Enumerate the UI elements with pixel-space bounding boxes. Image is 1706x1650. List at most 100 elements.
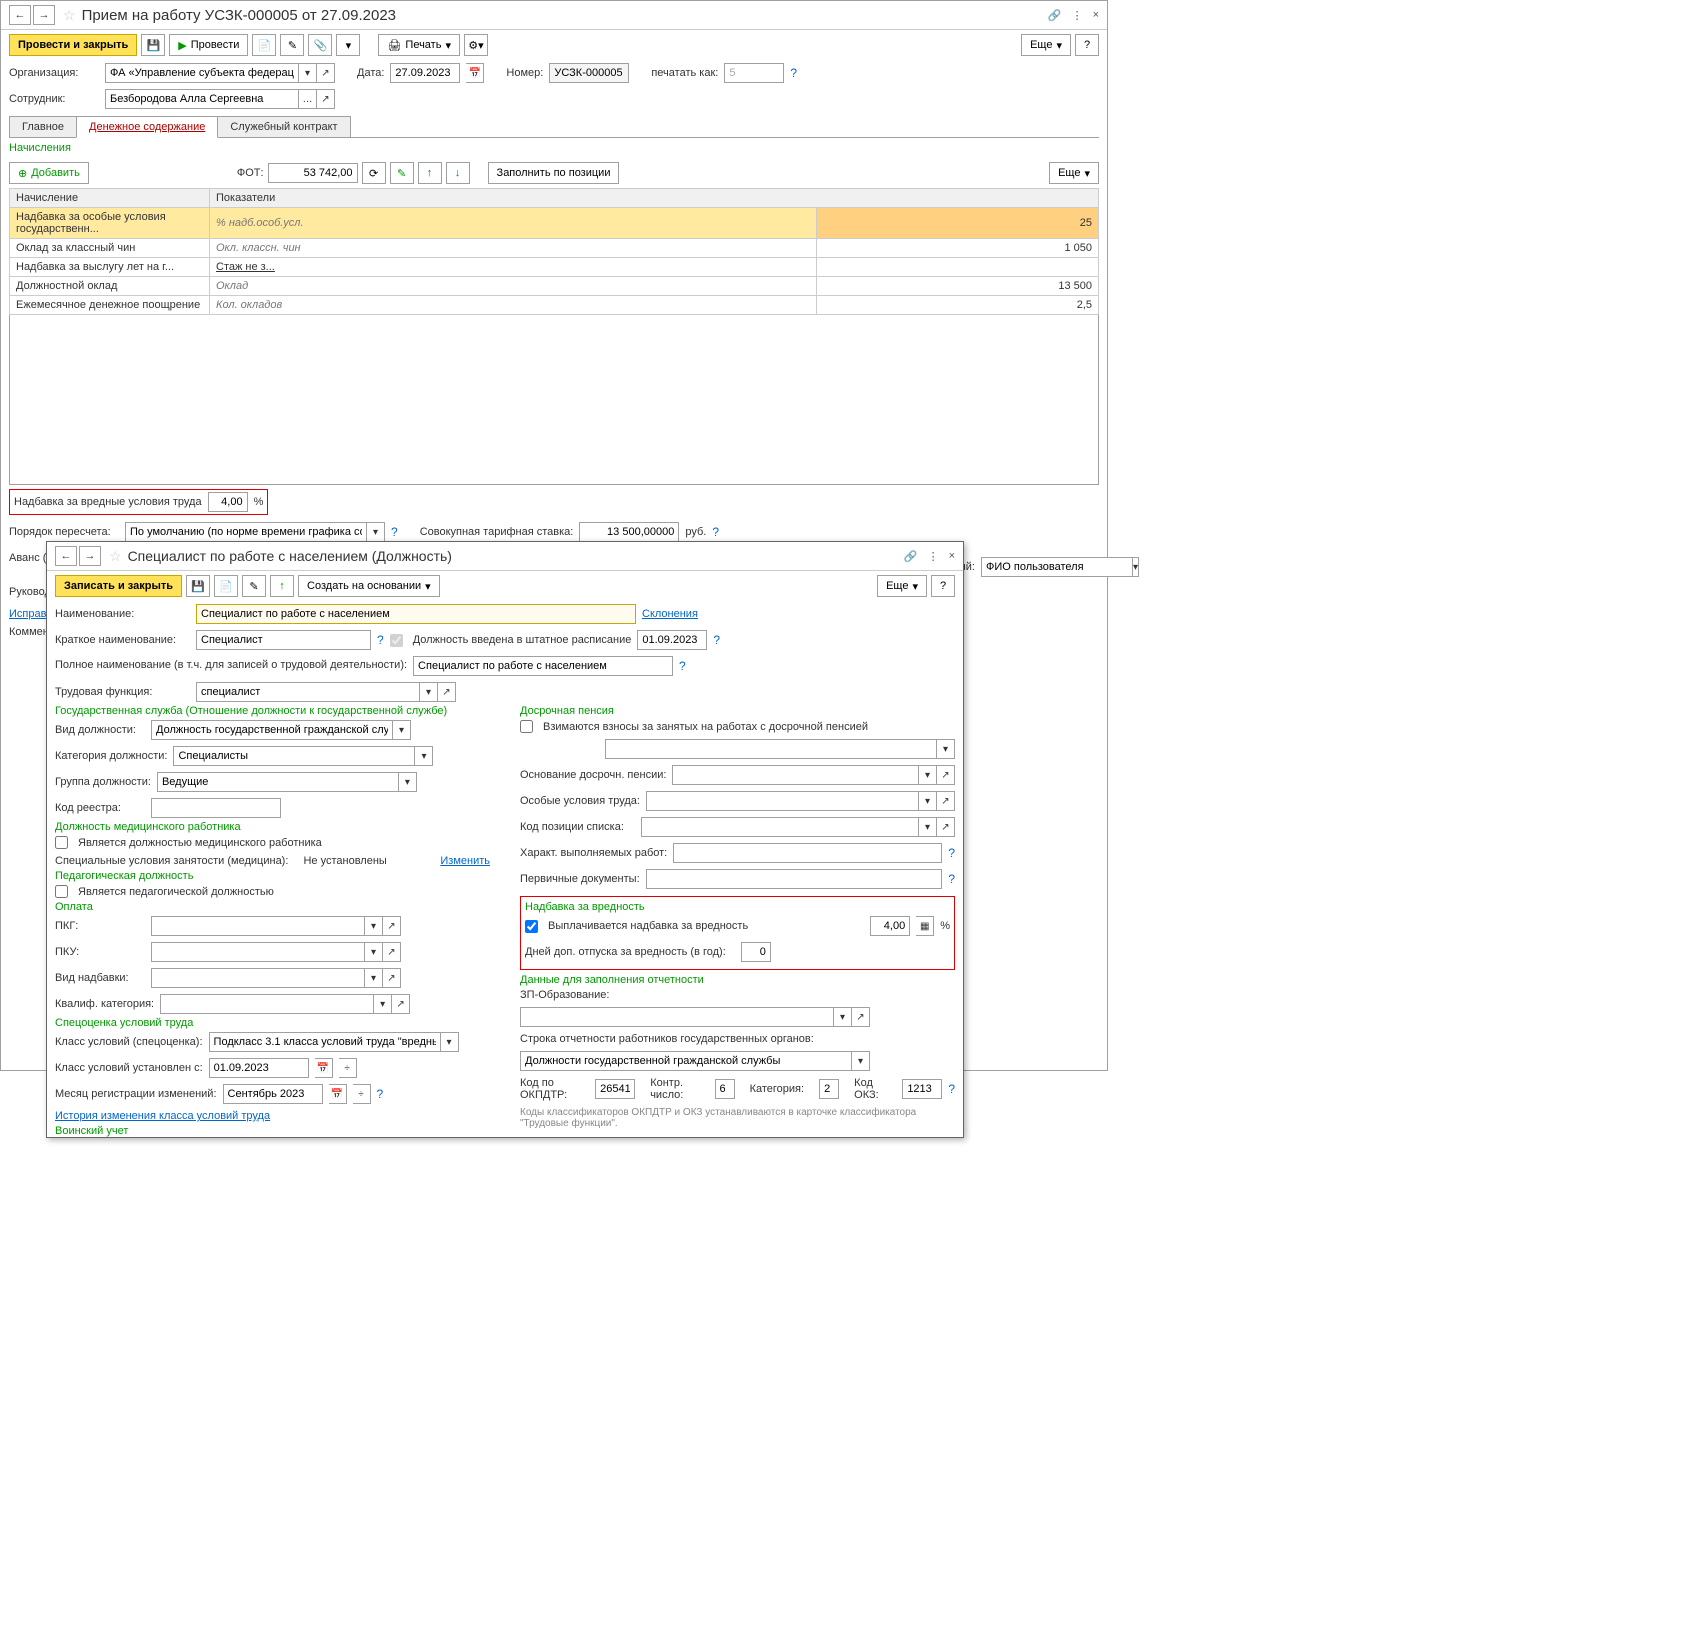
edit-icon[interactable]: ✎ bbox=[280, 34, 304, 56]
post-button[interactable]: ▶Провести bbox=[169, 34, 248, 56]
down-icon[interactable]: ↓ bbox=[446, 162, 470, 184]
doc-icon[interactable]: 📄 bbox=[252, 34, 276, 56]
refresh-icon[interactable]: ⟳ bbox=[362, 162, 386, 184]
open-icon[interactable]: ↗ bbox=[438, 682, 456, 702]
open-icon[interactable]: ↗ bbox=[383, 968, 401, 988]
help-icon[interactable]: ? bbox=[679, 659, 686, 673]
help-icon[interactable]: ? bbox=[948, 846, 955, 860]
dropdown-icon[interactable]: ▾ bbox=[367, 522, 385, 542]
grp-input[interactable] bbox=[157, 772, 399, 792]
help-icon[interactable]: ? bbox=[713, 633, 720, 647]
tab-contract[interactable]: Служебный контракт bbox=[217, 116, 350, 137]
favorite-icon[interactable]: ☆ bbox=[109, 548, 122, 565]
history-link[interactable]: История изменения класса условий труда bbox=[55, 1110, 270, 1122]
forward-button[interactable]: → bbox=[79, 546, 101, 566]
zp-input[interactable] bbox=[520, 1007, 834, 1027]
mes-input[interactable] bbox=[223, 1084, 323, 1104]
kat-input[interactable] bbox=[173, 746, 415, 766]
harm-value-input[interactable] bbox=[870, 916, 910, 936]
str-input[interactable] bbox=[520, 1051, 852, 1071]
fill-position-button[interactable]: Заполнить по позиции bbox=[488, 162, 620, 184]
back-button[interactable]: ← bbox=[55, 546, 77, 566]
dropdown-icon[interactable]: ▾ bbox=[852, 1051, 870, 1071]
emp-input[interactable] bbox=[105, 89, 299, 109]
dosr-checkbox[interactable] bbox=[520, 720, 533, 733]
add-button[interactable]: ⊕ Добавить bbox=[9, 162, 89, 184]
dropdown-icon[interactable]: ▾ bbox=[919, 817, 937, 837]
create-based-button[interactable]: Создать на основании ▾ bbox=[298, 575, 440, 597]
osob-input[interactable] bbox=[646, 791, 919, 811]
open-icon[interactable]: ↗ bbox=[852, 1007, 870, 1027]
table-row[interactable]: Надбавка за особые условия государственн… bbox=[10, 208, 1099, 239]
help-button[interactable]: ? bbox=[1075, 34, 1099, 56]
stepper-icon[interactable]: ÷ bbox=[353, 1084, 371, 1104]
kodp-input[interactable] bbox=[641, 817, 919, 837]
help-icon[interactable]: ? bbox=[948, 872, 955, 886]
table-row[interactable]: Оклад за классный чинОкл. классн. чин1 0… bbox=[10, 239, 1099, 258]
open-icon[interactable]: ↗ bbox=[937, 765, 955, 785]
arrow-icon[interactable]: ↑ bbox=[270, 575, 294, 597]
pkg-input[interactable] bbox=[151, 916, 365, 936]
help-icon[interactable]: ? bbox=[712, 525, 719, 539]
edit-icon[interactable]: ✎ bbox=[242, 575, 266, 597]
help-button[interactable]: ? bbox=[931, 575, 955, 597]
dropdown-icon[interactable]: ▾ bbox=[937, 739, 955, 759]
favorite-icon[interactable]: ☆ bbox=[63, 7, 76, 24]
attach-icon[interactable]: 📎 bbox=[308, 34, 332, 56]
ellipsis-icon[interactable]: … bbox=[299, 89, 317, 109]
link-icon[interactable]: 🔗 bbox=[904, 550, 918, 563]
tab-money[interactable]: Денежное содержание bbox=[76, 116, 218, 138]
doc-icon[interactable]: 📄 bbox=[214, 575, 238, 597]
dropdown-icon[interactable]: ▾ bbox=[1133, 557, 1139, 577]
more-button[interactable]: Еще ▾ bbox=[1049, 162, 1099, 184]
harm-input[interactable] bbox=[208, 492, 248, 512]
fot-input[interactable] bbox=[268, 163, 358, 183]
osn-input[interactable] bbox=[672, 765, 919, 785]
save-and-close-button[interactable]: Записать и закрыть bbox=[55, 575, 182, 597]
har-input[interactable] bbox=[673, 843, 942, 863]
klass-input[interactable] bbox=[209, 1032, 441, 1052]
help-icon[interactable]: ? bbox=[391, 525, 398, 539]
open-icon[interactable]: ↗ bbox=[937, 791, 955, 811]
func-input[interactable] bbox=[196, 682, 420, 702]
post-and-close-button[interactable]: Провести и закрыть bbox=[9, 34, 137, 56]
calendar-icon[interactable]: 📅 bbox=[466, 63, 484, 83]
harm-checkbox[interactable] bbox=[525, 920, 538, 933]
dropdown-icon[interactable]: ▾ bbox=[919, 791, 937, 811]
vid-input[interactable] bbox=[151, 720, 393, 740]
calendar-icon[interactable]: 📅 bbox=[329, 1084, 347, 1104]
list-icon[interactable]: ▾ bbox=[336, 34, 360, 56]
gear-icon[interactable]: ⚙▾ bbox=[464, 34, 488, 56]
dropdown-icon[interactable]: ▾ bbox=[299, 63, 317, 83]
med-checkbox[interactable] bbox=[55, 836, 68, 849]
vvedena-date[interactable] bbox=[637, 630, 707, 650]
close-icon[interactable]: × bbox=[949, 550, 955, 563]
dropdown-icon[interactable]: ▾ bbox=[365, 968, 383, 988]
stepper-icon[interactable]: ÷ bbox=[339, 1058, 357, 1078]
open-icon[interactable]: ↗ bbox=[383, 942, 401, 962]
full-input[interactable] bbox=[413, 656, 673, 676]
table-row[interactable]: Надбавка за выслугу лет на г...Стаж не з… bbox=[10, 258, 1099, 277]
more-icon[interactable]: ⋮ bbox=[1072, 9, 1083, 22]
klassust-input[interactable] bbox=[209, 1058, 309, 1078]
dropdown-icon[interactable]: ▾ bbox=[365, 916, 383, 936]
perv-input[interactable] bbox=[646, 869, 943, 889]
ped-checkbox[interactable] bbox=[55, 885, 68, 898]
back-button[interactable]: ← bbox=[9, 5, 31, 25]
help-icon[interactable]: ? bbox=[948, 1082, 955, 1096]
dropdown-icon[interactable]: ▾ bbox=[919, 765, 937, 785]
dropdown-icon[interactable]: ▾ bbox=[374, 994, 392, 1014]
kval-input[interactable] bbox=[160, 994, 374, 1014]
open-icon[interactable]: ↗ bbox=[392, 994, 410, 1014]
dropdown-icon[interactable]: ▾ bbox=[393, 720, 411, 740]
open-icon[interactable]: ↗ bbox=[317, 63, 335, 83]
pku-input[interactable] bbox=[151, 942, 365, 962]
dropdown-icon[interactable]: ▾ bbox=[415, 746, 433, 766]
printas-input[interactable] bbox=[724, 63, 784, 83]
dropdown-icon[interactable]: ▾ bbox=[420, 682, 438, 702]
calendar-icon[interactable]: 📅 bbox=[315, 1058, 333, 1078]
kodr-input[interactable] bbox=[151, 798, 281, 818]
nadb-input[interactable] bbox=[151, 968, 365, 988]
declension-link[interactable]: Склонения bbox=[642, 608, 698, 620]
org-input[interactable] bbox=[105, 63, 299, 83]
